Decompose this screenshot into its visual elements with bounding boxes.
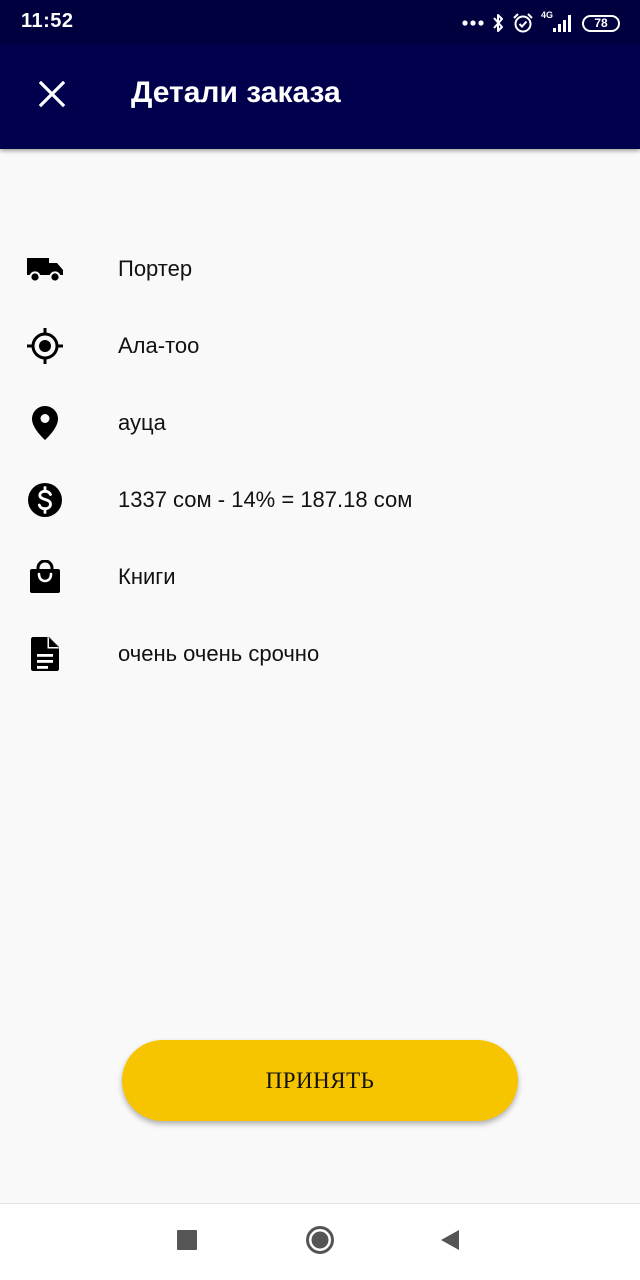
shopping-bag-icon bbox=[26, 558, 64, 596]
close-icon bbox=[38, 80, 66, 112]
battery-level: 78 bbox=[594, 16, 608, 30]
status-icons: 4G 78 bbox=[462, 10, 620, 35]
detail-row-price: 1337 сом - 14% = 187.18 сом bbox=[0, 461, 640, 538]
bluetooth-icon bbox=[491, 12, 505, 34]
home-circle-icon bbox=[305, 1225, 335, 1260]
detail-row-vehicle: Портер bbox=[0, 230, 640, 307]
location-pin-icon bbox=[26, 404, 64, 442]
detail-text: Портер bbox=[118, 256, 193, 281]
system-nav-bar bbox=[0, 1203, 640, 1280]
page-title: Детали заказа bbox=[131, 76, 341, 109]
detail-text: ауца bbox=[118, 410, 166, 435]
detail-row-category: Книги bbox=[0, 538, 640, 615]
status-bar: 11:52 4G 78 bbox=[0, 0, 640, 44]
dollar-icon bbox=[26, 481, 64, 519]
accept-button-label: ПРИНЯТЬ bbox=[265, 1067, 375, 1093]
detail-text: Ала-тоо bbox=[118, 333, 200, 358]
home-button[interactable] bbox=[300, 1222, 340, 1262]
detail-text: очень очень срочно bbox=[118, 641, 320, 666]
accept-button[interactable]: ПРИНЯТЬ bbox=[122, 1040, 518, 1121]
close-button[interactable] bbox=[28, 72, 76, 120]
status-time: 11:52 bbox=[21, 10, 74, 32]
back-button[interactable] bbox=[430, 1222, 470, 1262]
more-dots-icon bbox=[462, 20, 484, 26]
signal-icon: 4G bbox=[541, 10, 575, 34]
recents-button[interactable] bbox=[167, 1222, 207, 1262]
document-icon bbox=[26, 635, 64, 673]
alarm-icon bbox=[512, 12, 534, 34]
detail-text: Книги bbox=[118, 564, 176, 589]
order-details-list: Портер Ала-тоо ауца 1337 сом - 14% = 187… bbox=[0, 230, 640, 692]
detail-row-from: Ала-тоо bbox=[0, 307, 640, 384]
battery-icon: 78 bbox=[582, 14, 620, 32]
recents-square-icon bbox=[177, 1229, 197, 1255]
detail-text: 1337 сом - 14% = 187.18 сом bbox=[118, 487, 413, 512]
app-bar: Детали заказа bbox=[0, 44, 640, 149]
back-triangle-icon bbox=[440, 1229, 460, 1256]
truck-icon bbox=[26, 250, 64, 288]
detail-row-to: ауца bbox=[0, 384, 640, 461]
detail-row-comment: очень очень срочно bbox=[0, 615, 640, 692]
crosshair-icon bbox=[26, 327, 64, 365]
